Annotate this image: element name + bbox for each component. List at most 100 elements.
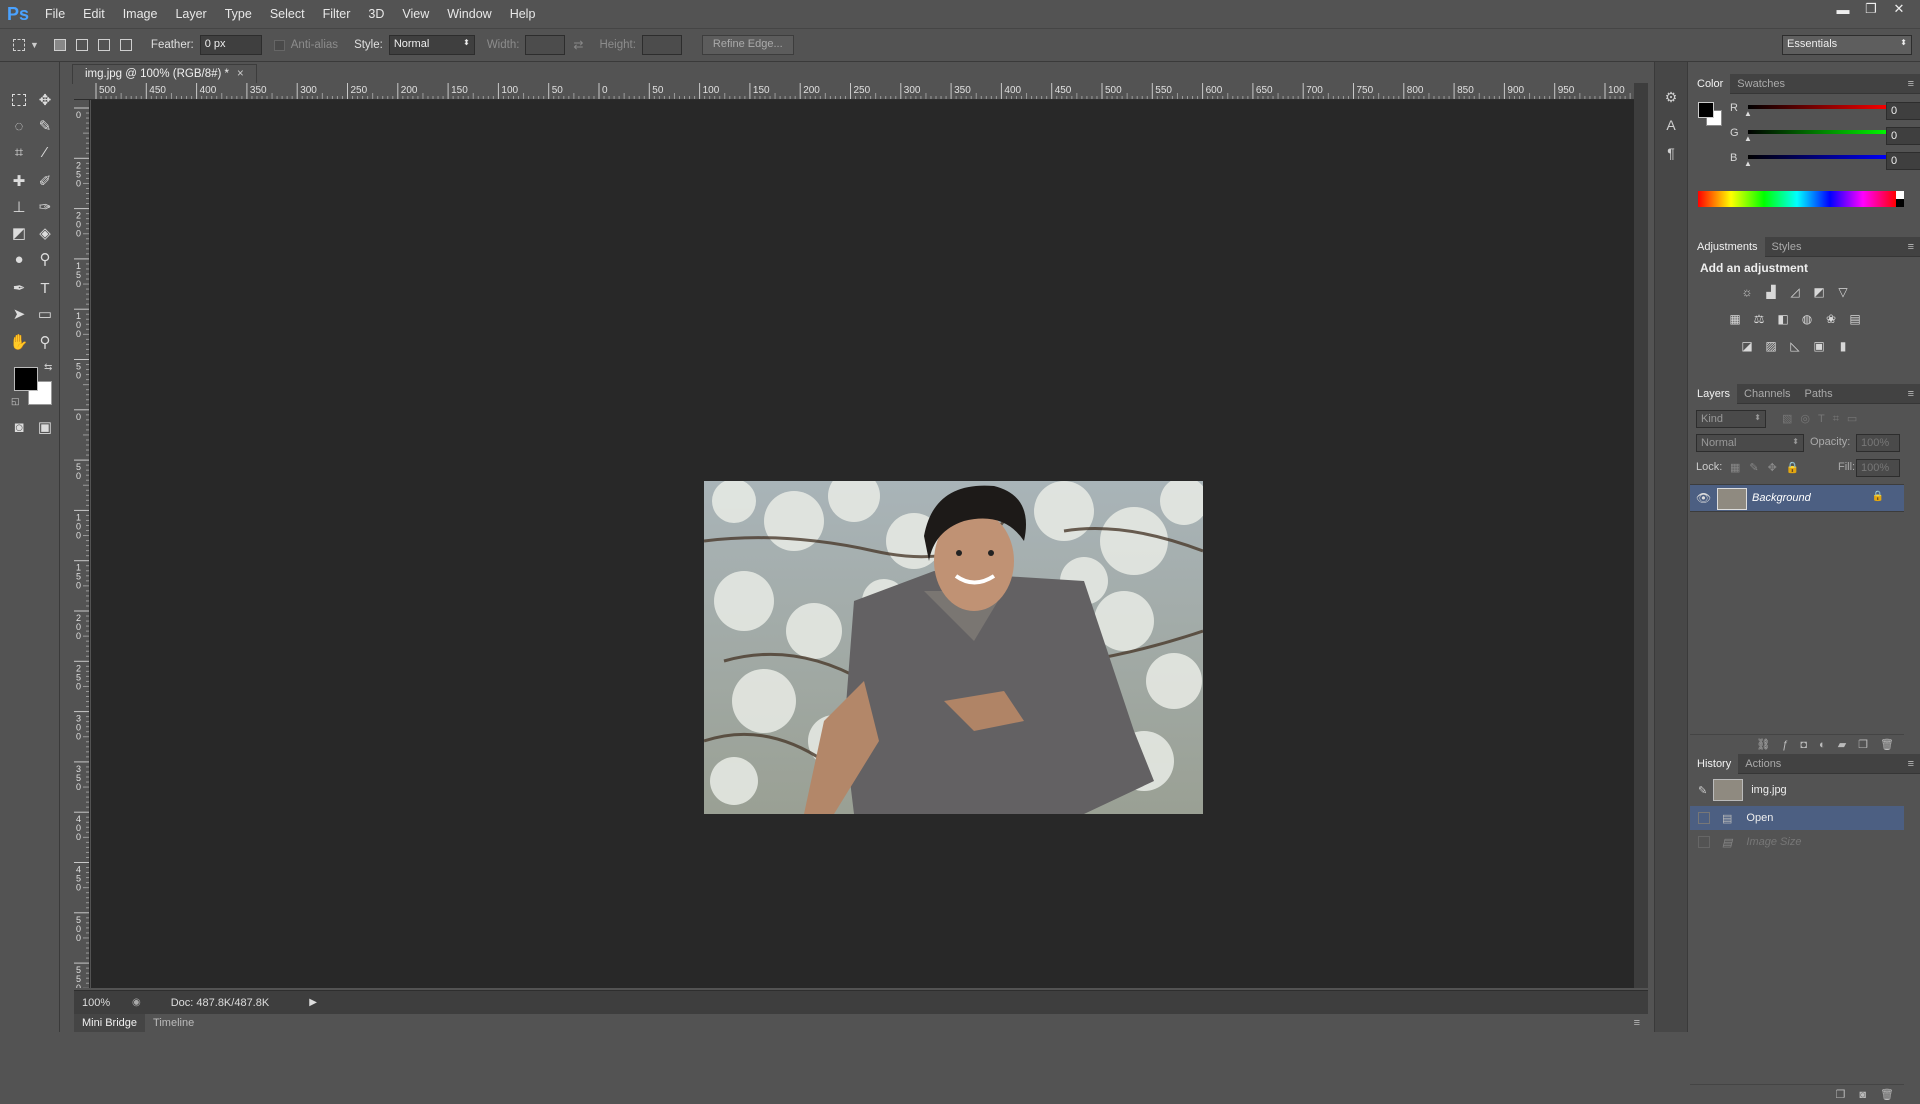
- foreground-color-chip[interactable]: [1698, 102, 1714, 118]
- refine-edge-button[interactable]: Refine Edge...: [701, 35, 794, 55]
- history-state-open[interactable]: ▤ Open: [1690, 806, 1904, 830]
- path-selection-icon[interactable]: ➤: [6, 302, 32, 326]
- eyedropper-icon[interactable]: ⁄: [32, 140, 58, 164]
- threshold-icon[interactable]: ◺: [1786, 337, 1804, 355]
- paragraph-panel-icon[interactable]: ¶: [1658, 142, 1684, 164]
- exposure-icon[interactable]: ◩: [1810, 283, 1828, 301]
- swap-colors-icon[interactable]: ⇆: [44, 362, 52, 373]
- add-selection-icon[interactable]: [71, 34, 93, 56]
- trash-icon[interactable]: 🗑: [1880, 738, 1894, 751]
- vibrance-icon[interactable]: ▽: [1834, 283, 1852, 301]
- menu-image[interactable]: Image: [114, 0, 167, 28]
- layer-name[interactable]: Background: [1752, 492, 1811, 504]
- levels-icon[interactable]: ▟: [1762, 283, 1780, 301]
- menu-layer[interactable]: Layer: [166, 0, 215, 28]
- menu-view[interactable]: View: [393, 0, 438, 28]
- filter-type-icons[interactable]: ▧◎T⌗▭: [1782, 412, 1865, 426]
- b-value-input[interactable]: 0: [1886, 152, 1920, 170]
- style-select[interactable]: Normal ⬍: [388, 35, 475, 55]
- menu-edit[interactable]: Edit: [74, 0, 114, 28]
- brightness-icon[interactable]: ☼: [1738, 283, 1756, 301]
- link-layers-icon[interactable]: ⛓: [1756, 738, 1770, 751]
- hand-icon[interactable]: ✋: [6, 330, 32, 354]
- layer-row-background[interactable]: 👁 Background 🔒: [1690, 484, 1904, 512]
- slider-handle-icon[interactable]: ▲: [1744, 134, 1752, 143]
- screen-mode-icon[interactable]: ▣: [32, 415, 58, 439]
- tab-actions[interactable]: Actions: [1738, 754, 1788, 774]
- posterize-icon[interactable]: ▨: [1762, 337, 1780, 355]
- menu-file[interactable]: File: [36, 0, 74, 28]
- workspace-select[interactable]: Essentials ⬍: [1782, 35, 1912, 55]
- panel-menu-icon[interactable]: ≡: [1908, 78, 1914, 90]
- r-slider[interactable]: [1748, 105, 1892, 109]
- zoom-icon[interactable]: ⚲: [32, 330, 58, 354]
- play-arrow-icon[interactable]: ▶: [309, 997, 317, 1008]
- trash-icon[interactable]: 🗑: [1880, 1088, 1894, 1101]
- document-image[interactable]: [704, 481, 1203, 814]
- slider-handle-icon[interactable]: ▲: [1744, 159, 1752, 168]
- canvas-area[interactable]: [91, 100, 1634, 988]
- blur-icon[interactable]: ●: [6, 247, 32, 271]
- lock-option-icons[interactable]: ▦✎✥🔒: [1730, 461, 1809, 474]
- history-state-image-size[interactable]: ▤ Image Size: [1690, 830, 1904, 854]
- photo-filter-icon[interactable]: ◍: [1798, 310, 1816, 328]
- opacity-input[interactable]: 100%: [1856, 434, 1900, 452]
- paint-bucket-icon[interactable]: ◈: [32, 221, 58, 245]
- tab-color[interactable]: Color: [1690, 73, 1731, 94]
- zoom-level[interactable]: 100%: [82, 997, 122, 1009]
- new-group-icon[interactable]: ▰: [1838, 738, 1846, 751]
- eye-visibility-icon[interactable]: 👁: [1696, 491, 1711, 505]
- character-panel-icon[interactable]: A: [1658, 114, 1684, 136]
- marquee-preset-icon[interactable]: [8, 34, 30, 56]
- g-slider[interactable]: [1748, 130, 1892, 134]
- b-slider[interactable]: [1748, 155, 1892, 159]
- antialias-checkbox[interactable]: [273, 39, 285, 51]
- new-selection-icon[interactable]: [49, 34, 71, 56]
- tab-paths[interactable]: Paths: [1798, 384, 1840, 404]
- rectangle-shape-icon[interactable]: ▭: [32, 302, 58, 326]
- history-checkbox[interactable]: [1698, 836, 1710, 848]
- snapshot-camera-icon[interactable]: ◙: [1859, 1089, 1866, 1101]
- swap-icon[interactable]: ⇄: [573, 38, 583, 52]
- brush-source-icon[interactable]: ✎: [1698, 784, 1707, 797]
- channel-mixer-icon[interactable]: ❀: [1822, 310, 1840, 328]
- menu-select[interactable]: Select: [261, 0, 314, 28]
- menu-type[interactable]: Type: [216, 0, 261, 28]
- menu-filter[interactable]: Filter: [314, 0, 360, 28]
- r-value-input[interactable]: 0: [1886, 102, 1920, 120]
- tab-channels[interactable]: Channels: [1737, 384, 1797, 404]
- quick-mask-icon[interactable]: ◙: [6, 415, 32, 439]
- intersect-selection-icon[interactable]: [115, 34, 137, 56]
- panel-menu-icon[interactable]: ≡: [1908, 241, 1914, 253]
- curves-icon[interactable]: ◿: [1786, 283, 1804, 301]
- hue-saturation-icon[interactable]: ▦: [1726, 310, 1744, 328]
- add-mask-icon[interactable]: ◘: [1800, 739, 1807, 751]
- history-checkbox[interactable]: [1698, 812, 1710, 824]
- quick-selection-icon[interactable]: ✎: [32, 114, 58, 138]
- slider-handle-icon[interactable]: ▲: [1744, 109, 1752, 118]
- dodge-icon[interactable]: ⚲: [32, 247, 58, 271]
- height-input[interactable]: [641, 35, 682, 55]
- tab-adjustments[interactable]: Adjustments: [1690, 236, 1765, 257]
- feather-input[interactable]: 0 px: [199, 35, 262, 55]
- pen-icon[interactable]: ✒: [6, 276, 32, 300]
- panel-menu-icon[interactable]: ≡: [1908, 388, 1914, 400]
- tab-timeline[interactable]: Timeline: [145, 1017, 202, 1029]
- close-tab-icon[interactable]: ×: [237, 68, 244, 80]
- eraser-icon[interactable]: ◩: [6, 221, 32, 245]
- menu-3d[interactable]: 3D: [359, 0, 393, 28]
- g-value-input[interactable]: 0: [1886, 127, 1920, 145]
- doc-info-icon[interactable]: ◉: [132, 997, 141, 1008]
- black-white-icon[interactable]: ◧: [1774, 310, 1792, 328]
- spot-healing-icon[interactable]: ✚: [6, 169, 32, 193]
- fill-input[interactable]: 100%: [1856, 459, 1900, 477]
- new-document-from-state-icon[interactable]: ❐: [1836, 1088, 1846, 1101]
- layer-kind-filter[interactable]: Kind ⬍: [1696, 410, 1766, 428]
- vertical-scrollbar[interactable]: [1634, 83, 1648, 988]
- type-tool-icon[interactable]: T: [32, 276, 58, 300]
- color-spectrum-bar[interactable]: [1698, 191, 1896, 207]
- brush-icon[interactable]: ✐: [32, 169, 58, 193]
- panel-menu-icon[interactable]: ≡: [1634, 1017, 1640, 1029]
- menu-help[interactable]: Help: [501, 0, 545, 28]
- crop-icon[interactable]: ⌗: [6, 140, 32, 164]
